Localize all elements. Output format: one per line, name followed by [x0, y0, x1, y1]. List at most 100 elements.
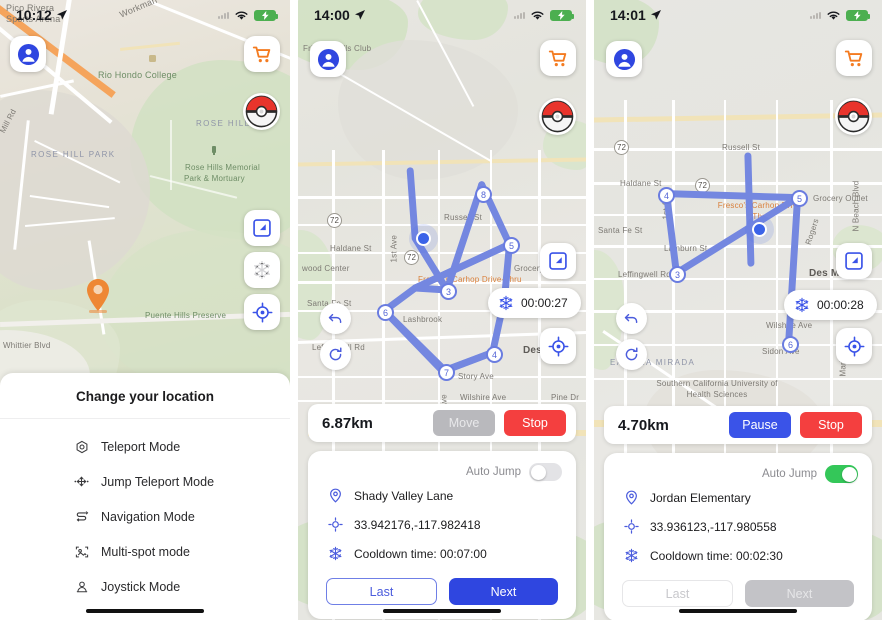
last-button[interactable]: Last: [326, 578, 437, 605]
place-name: Shady Valley Lane: [354, 488, 454, 503]
signal-icon: [514, 11, 525, 19]
undo-button[interactable]: [320, 303, 351, 334]
pokeball-button[interactable]: [539, 98, 576, 135]
edit-route-button[interactable]: [244, 210, 280, 246]
signal-icon: [218, 11, 229, 19]
home-indicator: [383, 609, 501, 613]
route-waypoint[interactable]: 3: [440, 283, 457, 300]
home-indicator: [86, 609, 204, 613]
shop-button[interactable]: [540, 40, 576, 76]
map-label: Puente Hills Preserve: [145, 311, 227, 320]
shop-button[interactable]: [836, 40, 872, 76]
pokeball-button[interactable]: [835, 98, 872, 135]
coordinates-icon: [624, 519, 639, 534]
auto-jump-toggle[interactable]: [529, 463, 562, 481]
info-row-cooldown: Cooldown time: 00:02:30: [618, 541, 858, 570]
recenter-button[interactable]: [836, 328, 872, 364]
last-button[interactable]: Last: [622, 580, 733, 607]
status-time: 14:00: [314, 7, 350, 23]
edit-square-icon: [845, 252, 863, 270]
crosshair-icon: [844, 336, 864, 356]
next-button[interactable]: Next: [745, 580, 854, 607]
change-location-sheet: Change your location Teleport Mode Jump …: [0, 373, 290, 620]
screen-teleport-menu: Pico Rivera Sports Arena Workman Mill Rd…: [0, 0, 290, 620]
recenter-button[interactable]: [540, 328, 576, 364]
joystick-person-icon: [74, 579, 89, 594]
route-waypoint[interactable]: 5: [503, 237, 520, 254]
map-poi-marker: [149, 55, 156, 62]
status-time-group: 10:12: [16, 7, 68, 23]
auto-jump-row: Auto Jump: [322, 463, 562, 481]
route-waypoint[interactable]: 4: [486, 346, 503, 363]
avatar-button[interactable]: [606, 41, 642, 77]
jump-teleport-icon: [74, 474, 89, 489]
sheet-title: Change your location: [0, 373, 290, 419]
map-pin-icon: [624, 490, 639, 505]
route-waypoint[interactable]: 8: [475, 186, 492, 203]
pause-button[interactable]: Pause: [729, 412, 791, 438]
mode-item-teleport[interactable]: Teleport Mode: [0, 429, 290, 464]
mode-label: Jump Teleport Mode: [101, 474, 215, 489]
wifi-icon: [531, 11, 544, 20]
map-label: Rose Hills Memorial: [185, 163, 260, 172]
refresh-button[interactable]: [616, 339, 647, 370]
refresh-button[interactable]: [320, 339, 351, 370]
mode-item-joystick[interactable]: Joystick Mode: [0, 569, 290, 604]
undo-button[interactable]: [616, 303, 647, 334]
route-waypoint[interactable]: 3: [669, 266, 686, 283]
avatar-button[interactable]: [10, 36, 46, 72]
route-action-buttons: Pause Stop: [729, 412, 862, 438]
avatar-icon: [317, 48, 339, 70]
cooldown-button[interactable]: [244, 252, 280, 288]
auto-jump-toggle[interactable]: [825, 465, 858, 483]
waypoint-info-card: Auto Jump Jordan Elementary 33.936123,-1…: [604, 453, 872, 620]
route-waypoint[interactable]: 4: [658, 187, 675, 204]
edit-route-button[interactable]: [540, 243, 576, 279]
snowflake-icon: [624, 548, 639, 563]
mode-label: Teleport Mode: [101, 439, 181, 454]
stop-button[interactable]: Stop: [504, 410, 566, 436]
avatar-button[interactable]: [310, 41, 346, 77]
battery-charging-icon: [846, 9, 870, 21]
route-distance: 4.70km: [618, 416, 669, 434]
move-button[interactable]: Move: [433, 410, 495, 436]
cart-icon: [548, 50, 566, 66]
route-waypoint[interactable]: 7: [438, 364, 455, 381]
refresh-icon: [329, 347, 342, 361]
recenter-button[interactable]: [244, 294, 280, 330]
orange-location-pin[interactable]: [84, 277, 112, 315]
cooldown-timer-value: 00:00:28: [817, 298, 864, 312]
stop-button[interactable]: Stop: [800, 412, 862, 438]
edit-square-icon: [253, 219, 271, 237]
waypoint-nav-buttons: Last Next: [322, 568, 562, 605]
cooldown-timer-pill: 00:00:27: [488, 288, 581, 318]
signal-icon: [810, 11, 821, 19]
route-waypoint[interactable]: 6: [782, 336, 799, 353]
place-name: Jordan Elementary: [650, 490, 751, 505]
edit-route-button[interactable]: [836, 243, 872, 279]
map-label: ROSE HILL: [196, 119, 251, 128]
cart-icon: [252, 46, 270, 62]
pokeball-button[interactable]: [243, 93, 280, 130]
status-bar: 14:01: [594, 0, 882, 30]
mode-item-multi-spot[interactable]: Multi-spot mode: [0, 534, 290, 569]
shop-button[interactable]: [244, 36, 280, 72]
auto-jump-row: Auto Jump: [618, 465, 858, 483]
snowflake-icon: [795, 297, 809, 313]
status-time: 14:01: [610, 7, 646, 23]
distance-control-bar: 4.70km Pause Stop: [604, 406, 872, 444]
route-waypoint[interactable]: 6: [377, 304, 394, 321]
snowflake-icon: [499, 295, 513, 311]
info-row-cooldown: Cooldown time: 00:07:00: [322, 539, 562, 568]
mode-item-jump-teleport[interactable]: Jump Teleport Mode: [0, 464, 290, 499]
edit-square-icon: [549, 252, 567, 270]
pokeball-icon: [245, 95, 278, 128]
mode-item-navigation[interactable]: Navigation Mode: [0, 499, 290, 534]
route-waypoint[interactable]: 5: [791, 190, 808, 207]
undo-arrow-icon: [624, 313, 638, 324]
battery-charging-icon: [550, 9, 574, 21]
cooldown-timer-value: 00:00:27: [521, 296, 568, 310]
teleport-icon: [74, 439, 89, 454]
map-label: Rio Hondo College: [98, 70, 177, 80]
next-button[interactable]: Next: [449, 578, 558, 605]
